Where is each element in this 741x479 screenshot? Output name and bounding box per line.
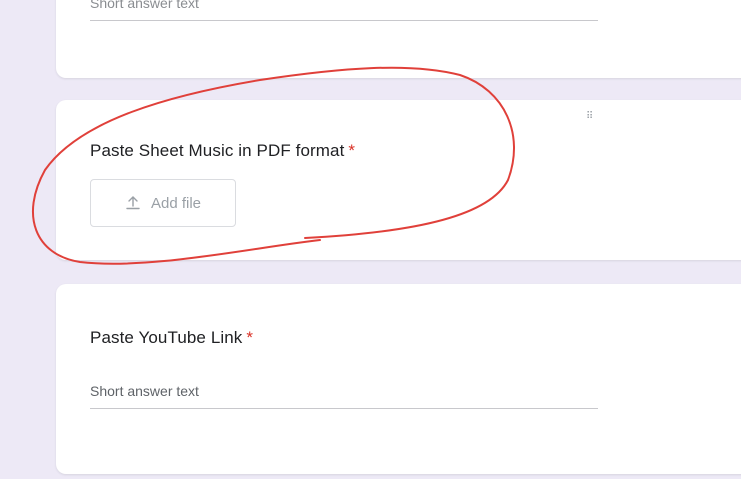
question-card-sheet-music: ⠿ Paste Sheet Music in PDF format * Add f… xyxy=(56,100,741,260)
short-answer-placeholder: Short answer text xyxy=(90,383,199,399)
question-title-text: Paste YouTube Link xyxy=(90,328,243,347)
question-card-youtube: Paste YouTube Link * Short answer text xyxy=(56,284,741,474)
short-answer-input-previous[interactable]: Short answer text xyxy=(90,0,598,21)
question-card-previous: Short answer text xyxy=(56,0,741,78)
question-title-sheet-music: Paste Sheet Music in PDF format * xyxy=(90,141,355,161)
question-title-youtube: Paste YouTube Link * xyxy=(90,328,253,348)
add-file-button[interactable]: Add file xyxy=(90,179,236,227)
required-asterisk: * xyxy=(348,141,356,160)
youtube-link-input[interactable]: Short answer text xyxy=(90,378,598,409)
upload-icon xyxy=(125,195,141,211)
required-asterisk: * xyxy=(246,328,254,347)
short-answer-placeholder: Short answer text xyxy=(90,0,199,11)
drag-handle-icon[interactable]: ⠿ xyxy=(586,112,610,122)
question-title-text: Paste Sheet Music in PDF format xyxy=(90,141,345,160)
add-file-label: Add file xyxy=(150,194,202,212)
